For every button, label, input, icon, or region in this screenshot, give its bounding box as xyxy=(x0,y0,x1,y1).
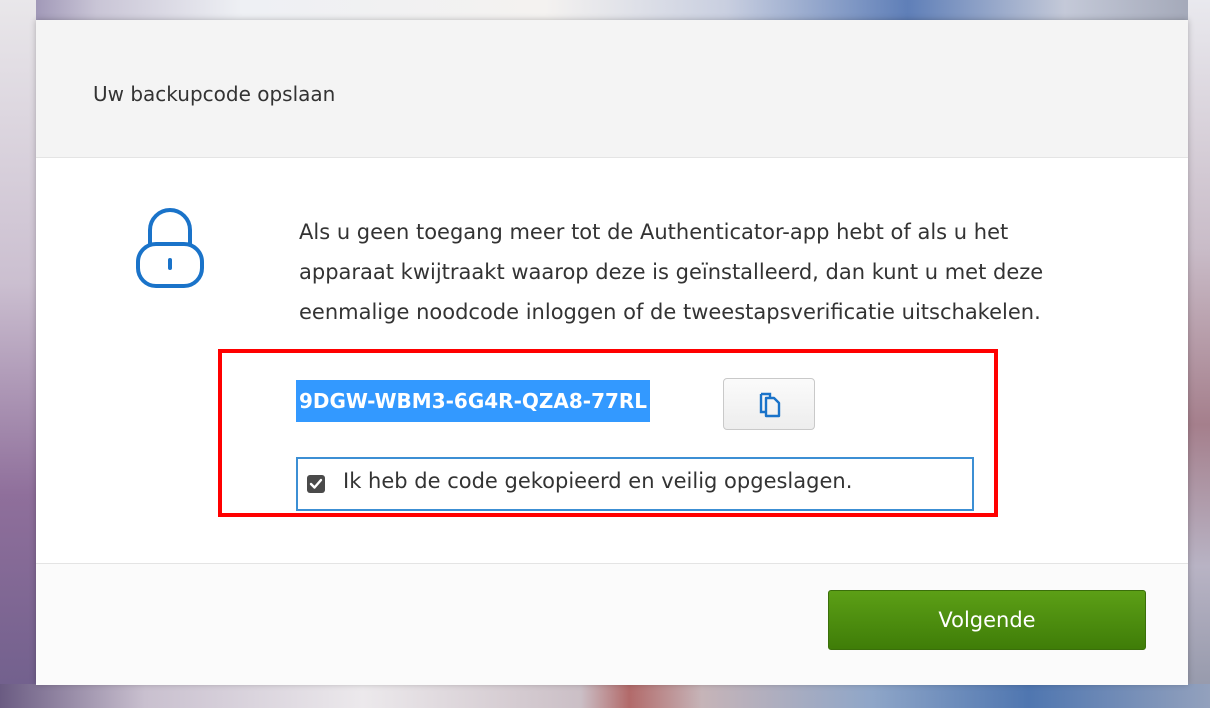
lock-icon xyxy=(136,208,204,288)
dialog-footer: Volgende xyxy=(36,563,1188,685)
dialog-header: Uw backupcode opslaan xyxy=(36,20,1188,158)
background-backdrop-bottom xyxy=(0,684,1210,708)
next-button[interactable]: Volgende xyxy=(828,590,1146,650)
background-backdrop-left xyxy=(0,0,36,708)
backup-code-dialog: Uw backupcode opslaan Als u geen toegang… xyxy=(36,20,1188,685)
background-backdrop-right xyxy=(1188,0,1210,708)
red-highlight-annotation xyxy=(218,349,998,517)
dialog-message: Als u geen toegang meer tot de Authentic… xyxy=(299,220,1044,324)
dialog-title: Uw backupcode opslaan xyxy=(93,82,336,106)
